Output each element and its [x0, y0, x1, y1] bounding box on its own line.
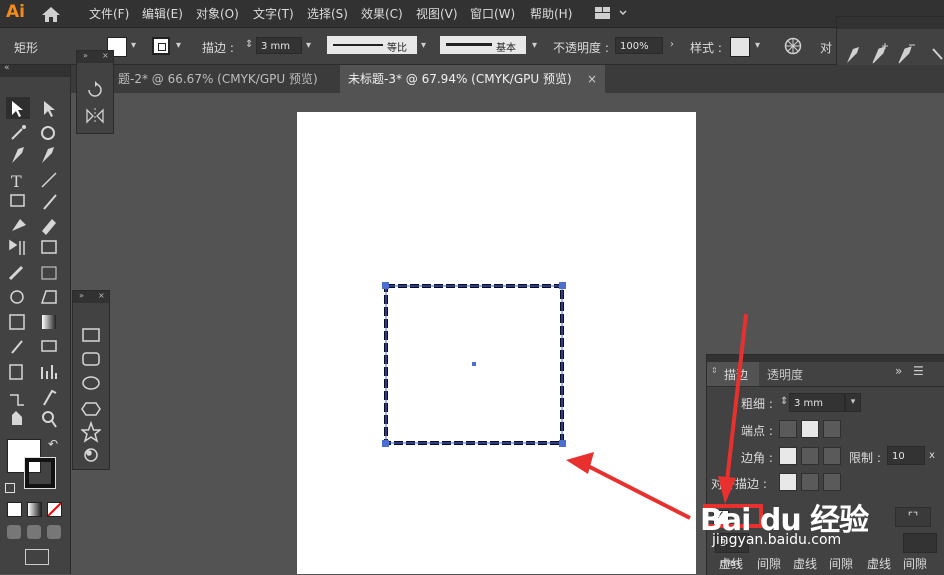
opacity-label: 不透明度 :	[553, 41, 609, 55]
baidu-watermark-url: jingyan.baidu.com	[712, 532, 842, 548]
object-type-label: 矩形	[14, 41, 39, 55]
weight-field[interactable]: 3 mm	[789, 393, 845, 412]
opacity-field[interactable]: 100%	[615, 37, 663, 54]
app-logo: Ai	[6, 2, 25, 22]
variable-width-profile[interactable]: 等比	[327, 36, 417, 54]
rotate-reflect-panel: » ×	[76, 50, 114, 134]
align-center-button[interactable]	[779, 473, 797, 491]
style-label: 样式 :	[690, 41, 722, 55]
shape-tool-icons[interactable]	[81, 327, 101, 467]
close-icon[interactable]: ×	[98, 291, 105, 300]
gap-label-3: 间隙	[903, 557, 928, 571]
panel-header	[837, 17, 944, 29]
chevron-down-icon[interactable]: ▾	[421, 40, 426, 51]
expand-icon[interactable]: »	[83, 51, 88, 60]
dash-label-3: 虚线	[867, 557, 892, 571]
expand-icon[interactable]: »	[79, 291, 84, 300]
tab-label: 题-2* @ 66.67% (CMYK/GPU 预览)	[118, 72, 318, 86]
menu-edit[interactable]: 编辑(E)	[142, 5, 183, 22]
align-inside-button[interactable]	[801, 473, 819, 491]
tool-icons[interactable]: T	[0, 95, 70, 565]
draw-inside-icon[interactable]	[47, 525, 61, 539]
recolor-icon[interactable]	[784, 37, 802, 55]
screen-mode-icon[interactable]	[25, 549, 49, 565]
stroke-swatch[interactable]	[152, 37, 170, 55]
color-mode-icon[interactable]	[7, 502, 22, 517]
profile-label: 等比	[387, 43, 407, 54]
chevron-down-icon[interactable]: ▾	[755, 40, 760, 51]
bevel-join-button[interactable]	[823, 447, 841, 465]
menu-window[interactable]: 窗口(W)	[470, 5, 515, 22]
chevron-down-icon[interactable]: ▾	[306, 40, 311, 51]
menu-help[interactable]: 帮助(H)	[530, 5, 572, 22]
svg-text:T: T	[11, 172, 22, 191]
panel-header: » ×	[77, 51, 113, 63]
control-bar: 矩形 ▾ ▾ 描边 : ⇕ 3 mm ▾ 等比 ▾ 基本 ▾ 不透明度 : 10…	[0, 28, 944, 65]
default-colors-icon[interactable]	[5, 483, 15, 493]
draw-behind-icon[interactable]	[27, 525, 41, 539]
round-join-button[interactable]	[801, 447, 819, 465]
pen-tools-icons[interactable]	[843, 39, 943, 67]
butt-cap-button[interactable]	[779, 420, 797, 438]
dashed-rectangle-selection[interactable]	[378, 278, 572, 452]
graphic-style-swatch[interactable]	[730, 37, 750, 57]
close-icon[interactable]: ×	[102, 51, 109, 60]
stepper-icon[interactable]: ⇕	[780, 396, 788, 407]
dash-label-1: 虚线	[719, 557, 744, 571]
stroke-stepper-icon[interactable]: ⇕	[245, 39, 253, 50]
home-icon[interactable]	[40, 4, 62, 24]
workspace-switcher-icon[interactable]	[594, 5, 630, 21]
reflect-icon[interactable]	[85, 107, 105, 125]
chevron-right-icon[interactable]: ›	[670, 39, 674, 50]
menu-view[interactable]: 视图(V)	[416, 5, 458, 22]
stroke-label: 描边 :	[202, 41, 234, 55]
close-icon[interactable]: ×	[587, 65, 597, 93]
menu-effect[interactable]: 效果(C)	[361, 5, 403, 22]
menu-select[interactable]: 选择(S)	[307, 5, 348, 22]
projecting-cap-button[interactable]	[823, 420, 841, 438]
menu-file[interactable]: 文件(F)	[89, 5, 129, 22]
gradient-mode-icon[interactable]	[27, 502, 42, 517]
miter-join-button[interactable]	[779, 447, 797, 465]
panel-header: «	[0, 63, 70, 77]
none-mode-icon[interactable]	[47, 502, 62, 517]
collapse-icon[interactable]: «	[4, 63, 10, 73]
tab-transparency[interactable]: 透明度	[767, 366, 803, 383]
stroke-color-swatch[interactable]	[24, 457, 56, 489]
menu-type[interactable]: 文字(T)	[253, 5, 294, 22]
brush-definition[interactable]: 基本	[440, 36, 526, 54]
dash-label-2: 虚线	[793, 557, 818, 571]
align-outside-button[interactable]	[823, 473, 841, 491]
chevron-down-icon[interactable]: ▾	[131, 40, 136, 51]
brush-label: 基本	[496, 43, 516, 54]
gap-label-2: 间隙	[829, 557, 854, 571]
limit-label: 限制 :	[849, 451, 881, 465]
tools-panel: « T ↶	[0, 63, 71, 574]
gap-3-field[interactable]	[903, 533, 937, 553]
limit-unit: x	[929, 450, 935, 461]
expand-icon[interactable]: »	[895, 364, 902, 378]
panel-menu-icon[interactable]: ☰	[913, 364, 924, 378]
stroke-weight-field[interactable]: 3 mm	[256, 37, 302, 54]
document-tab-bar: 题-2* @ 66.67% (CMYK/GPU 预览) × 未标题-3* @ 6…	[70, 65, 944, 93]
swap-colors-icon[interactable]: ↶	[48, 437, 58, 451]
chevron-down-icon[interactable]: ▾	[176, 40, 181, 51]
limit-field[interactable]: 10	[887, 446, 925, 465]
shape-tools-panel: » ×	[72, 290, 110, 470]
chevron-down-icon[interactable]: ▾	[532, 40, 537, 51]
align-dashes-button[interactable]: ⌜⌝	[895, 507, 931, 527]
draw-normal-icon[interactable]	[7, 525, 21, 539]
align-label: 对	[820, 41, 833, 55]
round-cap-button[interactable]	[801, 420, 819, 438]
tab-document-3[interactable]: 未标题-3* @ 67.94% (CMYK/GPU 预览) ×	[340, 65, 605, 93]
gap-label-1: 间隙	[757, 557, 782, 571]
menu-object[interactable]: 对象(O)	[196, 5, 239, 22]
chevron-down-icon[interactable]: ▾	[845, 393, 861, 412]
panel-header: » ×	[73, 291, 109, 303]
rotate-icon[interactable]	[85, 81, 105, 99]
menu-bar: Ai 文件(F) 编辑(E) 对象(O) 文字(T) 选择(S) 效果(C) 视…	[0, 0, 944, 28]
tab-label: 未标题-3* @ 67.94% (CMYK/GPU 预览)	[348, 72, 572, 86]
